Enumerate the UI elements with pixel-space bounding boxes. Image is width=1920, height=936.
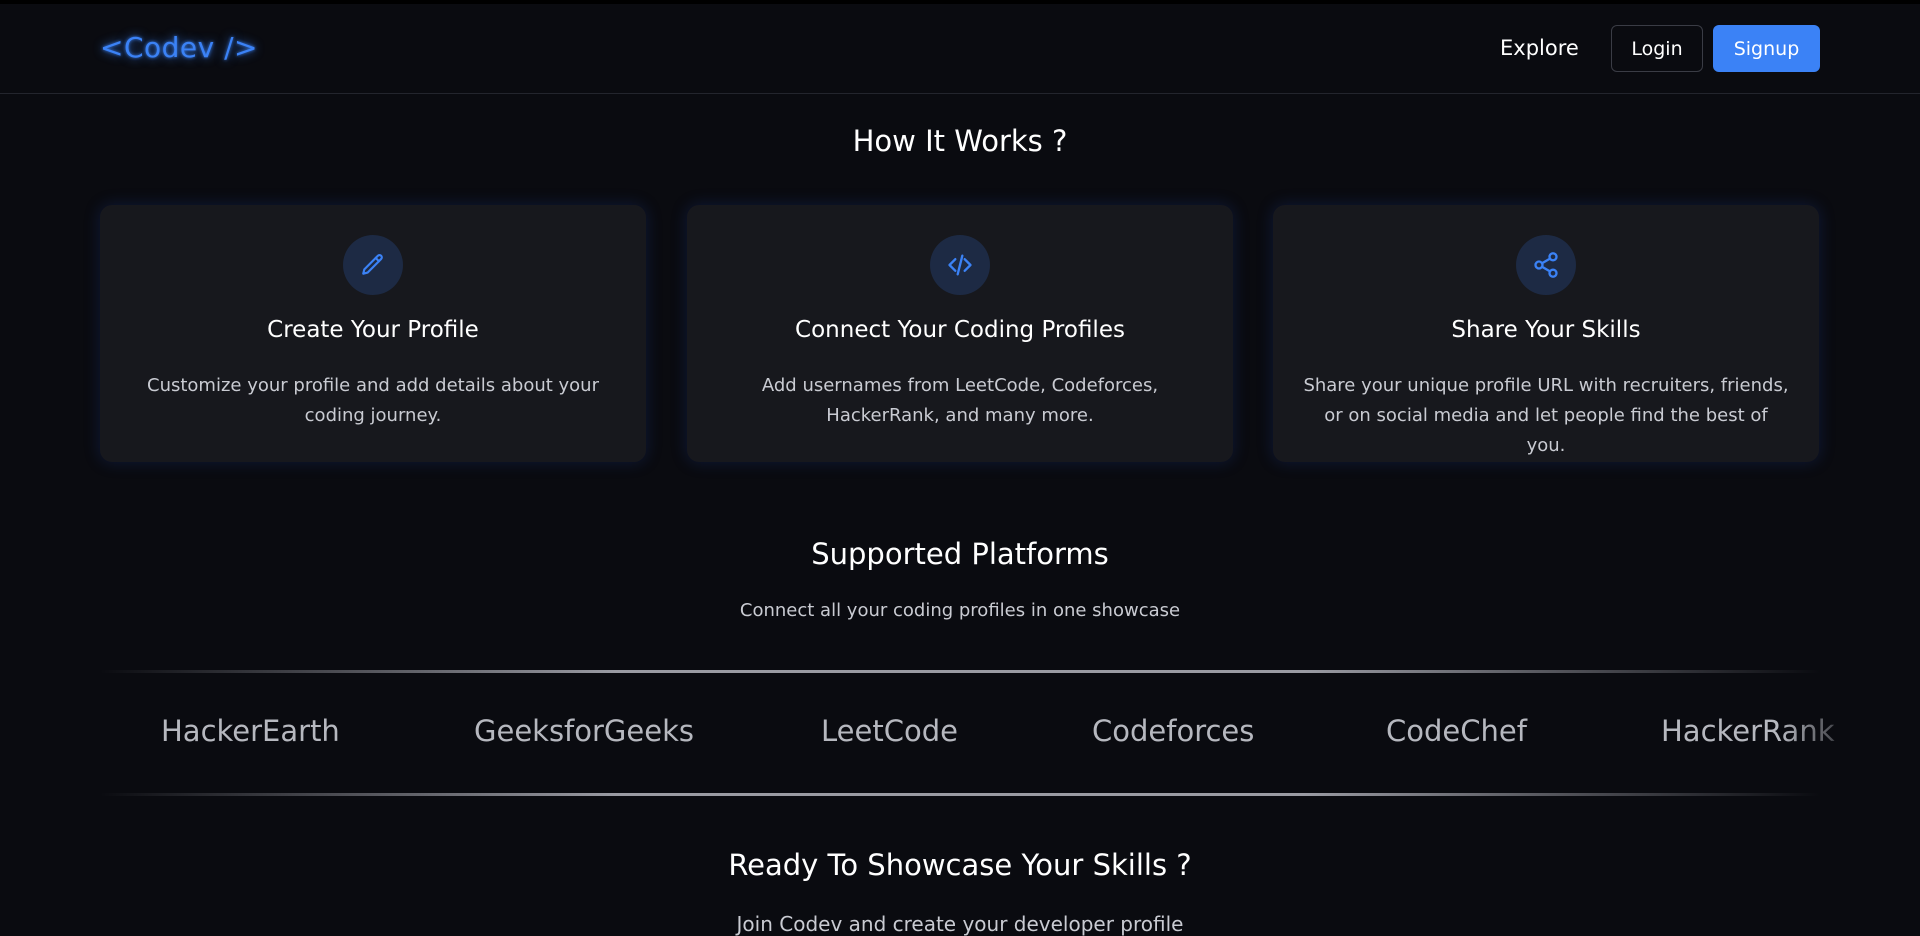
platform-item-leetcode[interactable]: LeetCode	[821, 714, 958, 748]
signup-button[interactable]: Signup	[1713, 25, 1820, 72]
nav-explore-link[interactable]: Explore	[1500, 36, 1579, 60]
marquee-divider-top	[100, 670, 1820, 673]
platform-item-codechef[interactable]: CodeChef	[1386, 714, 1527, 748]
card-title: Connect Your Coding Profiles	[795, 317, 1125, 343]
card-connect-profiles: Connect Your Coding Profiles Add usernam…	[687, 205, 1233, 462]
card-description: Add usernames from LeetCode, Codeforces,…	[761, 375, 1159, 426]
card-title: Share Your Skills	[1451, 317, 1641, 343]
card-share-skills: Share Your Skills Share your unique prof…	[1273, 205, 1819, 462]
ready-to-showcase-title: Ready To Showcase Your Skills ?	[728, 848, 1192, 882]
share-icon	[1516, 235, 1576, 295]
platform-item-partial: k	[0, 714, 17, 748]
card-description: Share your unique profile URL with recru…	[1303, 375, 1789, 456]
supported-platforms-subtitle: Connect all your coding profiles in one …	[739, 600, 1181, 621]
supported-platforms-title: Supported Platforms	[811, 537, 1109, 571]
card-description: Customize your profile and add details a…	[147, 375, 599, 426]
pencil-icon	[343, 235, 403, 295]
card-create-profile: Create Your Profile Customize your profi…	[100, 205, 646, 462]
platform-item-geeksforgeeks[interactable]: GeeksforGeeks	[474, 714, 694, 748]
code-icon	[930, 235, 990, 295]
platforms-marquee: k HackerEarth GeeksforGeeks LeetCode Cod…	[0, 700, 1920, 770]
platform-item-hackerrank[interactable]: HackerRank	[1661, 714, 1835, 748]
marquee-divider-bottom	[100, 793, 1820, 796]
platform-item-codeforces[interactable]: Codeforces	[1092, 714, 1254, 748]
login-button[interactable]: Login	[1611, 25, 1703, 72]
navbar: <Codev /> Explore Login Signup	[0, 4, 1920, 94]
marquee-fade-left	[0, 700, 140, 770]
card-title: Create Your Profile	[267, 317, 479, 343]
ready-to-showcase-subtitle: Join Codev and create your developer pro…	[736, 912, 1184, 936]
brand-logo[interactable]: <Codev />	[100, 31, 258, 64]
platform-item-hackerearth[interactable]: HackerEarth	[161, 714, 340, 748]
how-it-works-title: How It Works ?	[852, 124, 1068, 158]
